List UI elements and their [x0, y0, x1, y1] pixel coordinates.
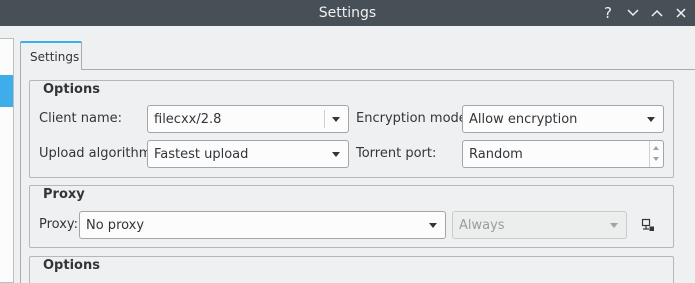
dropdown-arrow-icon[interactable]: [332, 117, 340, 122]
upload-algorithm-combo[interactable]: Fastest upload: [147, 140, 349, 168]
encryption-mode-value: Allow encryption: [469, 112, 578, 127]
help-button[interactable]: ?: [598, 3, 618, 23]
torrent-port-spinbox[interactable]: Random: [462, 140, 664, 168]
options-group-2-title: Options: [43, 258, 100, 273]
minimize-icon: [627, 9, 639, 17]
upload-algorithm-label: Upload algorithm:: [39, 146, 156, 161]
spin-down-icon[interactable]: [653, 157, 659, 161]
proxy-group-title: Proxy: [43, 187, 85, 202]
close-icon: [676, 8, 686, 18]
maximize-button[interactable]: [647, 3, 667, 23]
tab-settings-label: Settings: [30, 50, 80, 64]
proxy-type-combo[interactable]: No proxy: [79, 211, 446, 239]
navigation-list[interactable]: [0, 38, 14, 283]
proxy-mode-value: Always: [459, 218, 505, 233]
upload-algorithm-value: Fastest upload: [154, 147, 249, 162]
spin-up-icon[interactable]: [653, 146, 659, 150]
dropdown-arrow-icon: [610, 223, 618, 228]
client-name-label: Client name:: [39, 111, 123, 126]
spin-buttons[interactable]: [649, 141, 663, 167]
title-bar: Settings ?: [0, 0, 695, 26]
maximize-icon: [651, 9, 663, 17]
dropdown-arrow-icon[interactable]: [647, 117, 655, 122]
proxy-type-value: No proxy: [86, 218, 145, 233]
proxy-settings-button[interactable]: [638, 215, 658, 235]
dropdown-arrow-icon[interactable]: [332, 152, 340, 157]
proxy-mode-combo: Always: [452, 211, 627, 239]
tab-settings[interactable]: Settings: [20, 41, 82, 70]
encryption-mode-combo[interactable]: Allow encryption: [462, 105, 664, 133]
options-group-title: Options: [43, 82, 100, 97]
client-name-value: filecxx/2.8: [154, 112, 222, 127]
torrent-port-value: Random: [469, 147, 523, 162]
help-icon: ?: [604, 4, 612, 22]
encryption-mode-label: Encryption mode:: [356, 111, 472, 126]
torrent-port-label: Torrent port:: [356, 146, 437, 161]
window-title: Settings: [318, 5, 377, 21]
navigation-selected-item[interactable]: [0, 75, 13, 107]
client-name-combo[interactable]: filecxx/2.8: [147, 105, 349, 133]
dropdown-arrow-icon[interactable]: [429, 223, 437, 228]
minimize-button[interactable]: [623, 3, 643, 23]
options-group-2: Options: [29, 256, 674, 283]
close-button[interactable]: [671, 3, 691, 23]
proxy-settings-icon: [641, 218, 654, 231]
proxy-label: Proxy:: [39, 217, 79, 232]
